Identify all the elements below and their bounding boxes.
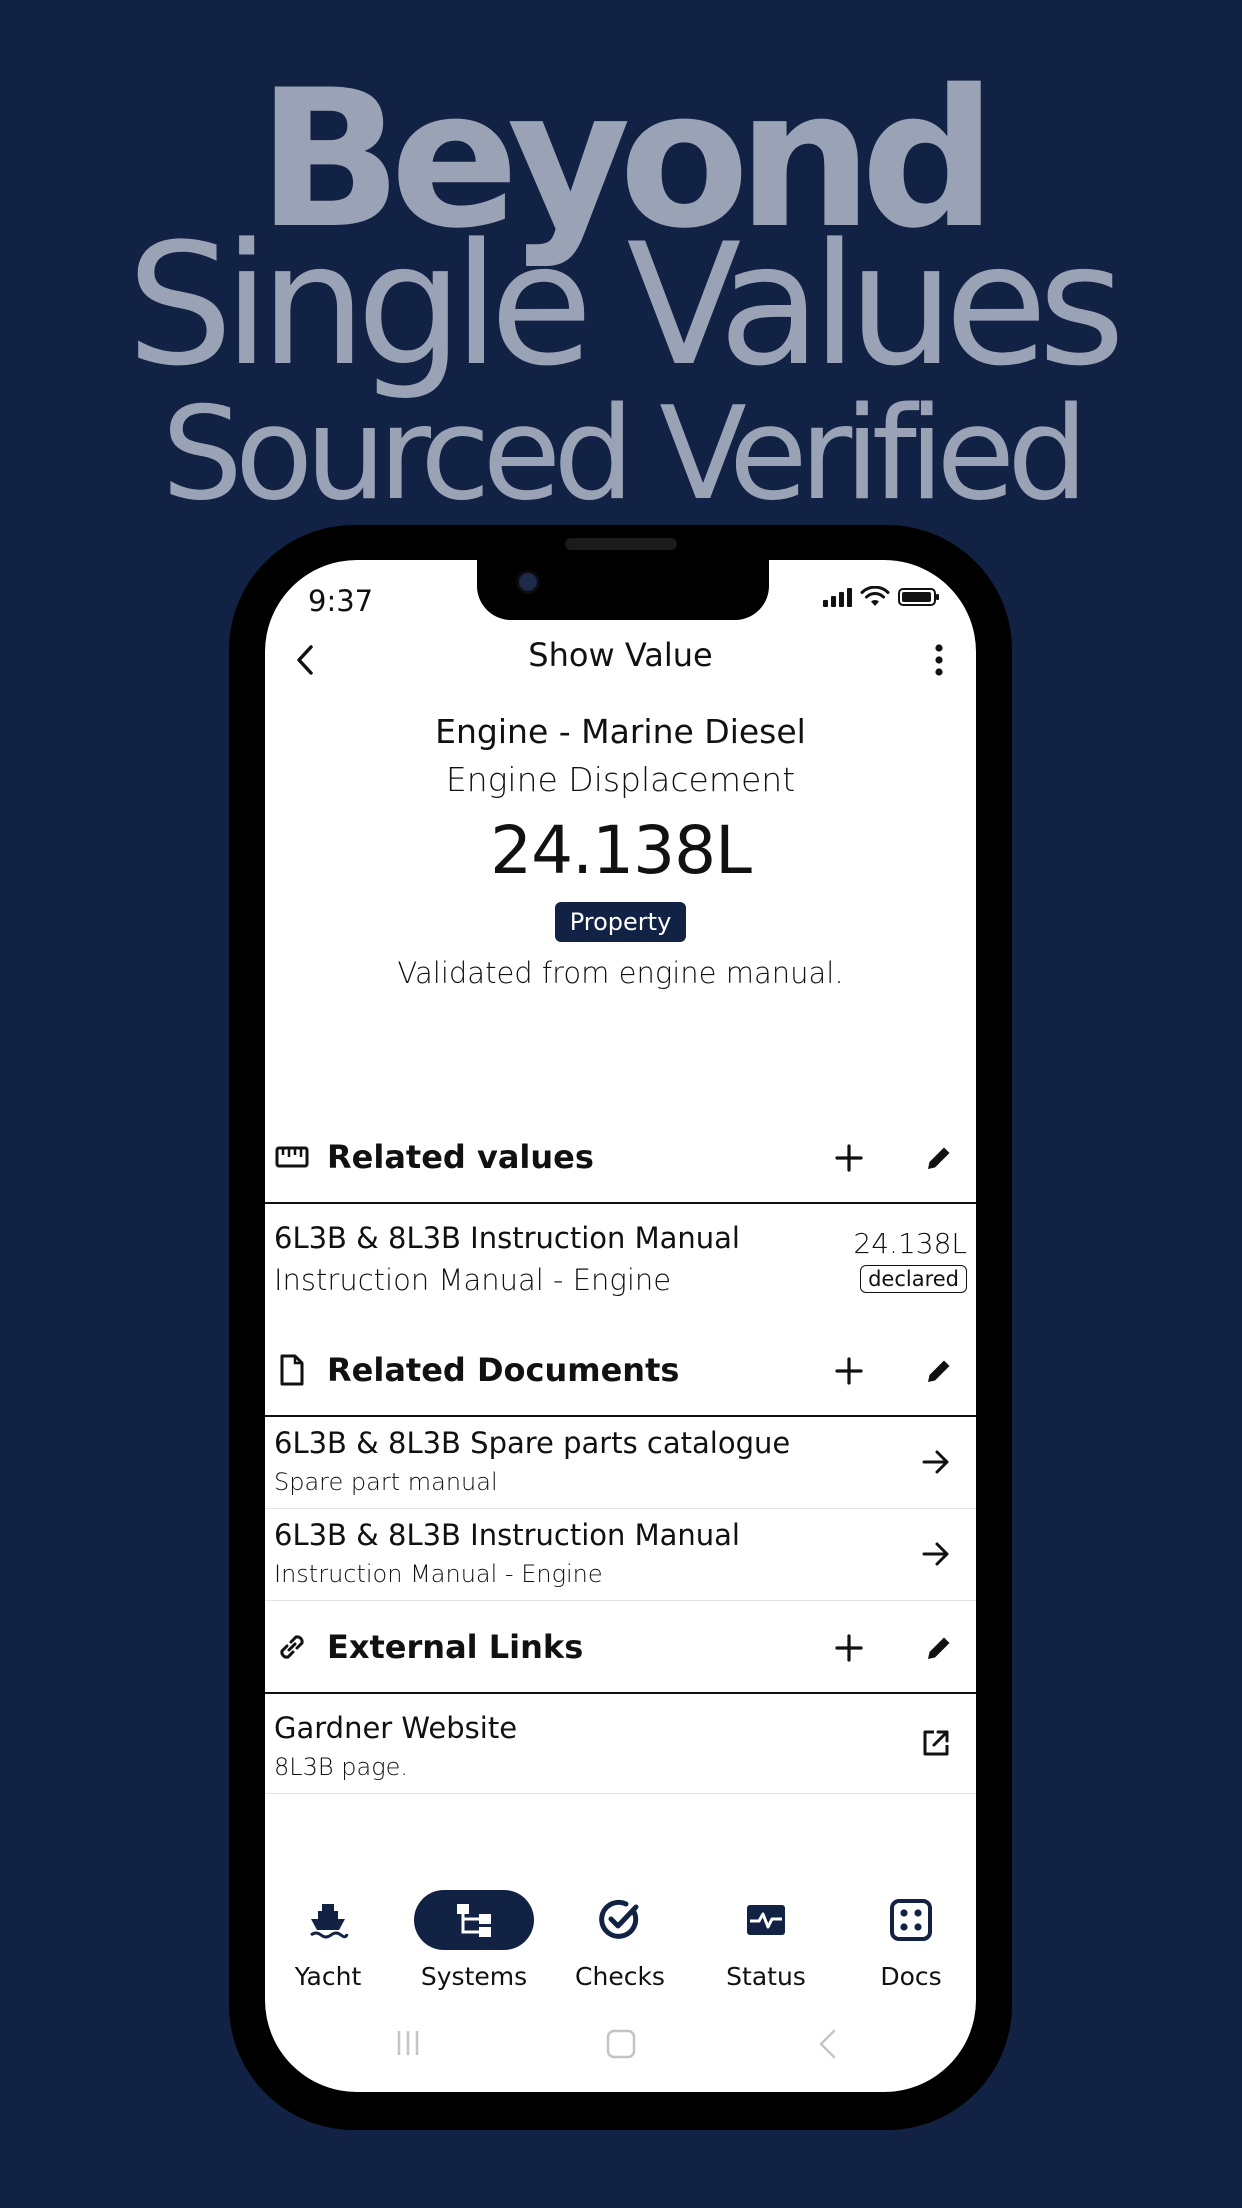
section-external-links: External Links: [265, 1604, 976, 1694]
plus-icon: [835, 1144, 863, 1172]
document-icon: [275, 1353, 309, 1387]
related-document-row[interactable]: 6L3B & 8L3B Spare parts catalogue Spare …: [265, 1416, 976, 1509]
status-icon: [747, 1905, 785, 1935]
signal-icon: [823, 587, 852, 607]
plus-icon: [835, 1634, 863, 1662]
nav-item-checks[interactable]: Checks: [555, 1890, 685, 1991]
link-icon: [275, 1630, 309, 1664]
system-name: Engine - Marine Diesel: [435, 712, 806, 751]
status-time: 9:37: [308, 584, 374, 618]
row-subtitle: Spare part manual: [274, 1468, 498, 1496]
section-related-values: Related values: [265, 1114, 976, 1204]
add-related-value-button[interactable]: [827, 1136, 871, 1180]
row-title: 6L3B & 8L3B Instruction Manual: [274, 1518, 740, 1552]
headline-line-2: Single Values: [126, 207, 1126, 403]
declared-tag: declared: [860, 1265, 967, 1293]
related-value-row[interactable]: 6L3B & 8L3B Instruction Manual Instructi…: [265, 1203, 976, 1328]
section-title: External Links: [327, 1628, 584, 1666]
headline-line-3: Sourced Verified: [161, 380, 1089, 529]
edit-related-documents-button[interactable]: [917, 1349, 961, 1393]
add-external-link-button[interactable]: [827, 1626, 871, 1670]
edit-external-links-button[interactable]: [917, 1626, 961, 1670]
phone-screen: 9:37 Show Value Engine - Marine Diesel E…: [265, 560, 976, 2092]
front-camera: [516, 570, 540, 594]
related-document-row[interactable]: 6L3B & 8L3B Instruction Manual Instructi…: [265, 1508, 976, 1601]
systems-icon: [457, 1904, 491, 1937]
value-amount: 24.138L: [490, 812, 752, 889]
nav-item-yacht[interactable]: Yacht: [265, 1890, 393, 1991]
pencil-icon: [928, 1147, 950, 1169]
nav-item-docs[interactable]: Docs: [846, 1890, 976, 1991]
wifi-icon: [860, 586, 890, 606]
row-subtitle: Instruction Manual - Engine: [274, 1560, 603, 1588]
related-value-amount: 24.138L: [853, 1227, 967, 1260]
plus-icon: [835, 1357, 863, 1385]
section-title: Related values: [327, 1138, 594, 1176]
nav-label: Status: [726, 1962, 806, 1991]
phone-speaker: [565, 538, 677, 550]
home-icon: [606, 2029, 636, 2059]
battery-icon: [898, 588, 939, 606]
arrow-right-icon: [916, 1534, 956, 1574]
nav-label: Checks: [575, 1962, 665, 1991]
system-back-button[interactable]: [815, 2028, 839, 2060]
status-icons: [823, 586, 939, 608]
row-title: 6L3B & 8L3B Spare parts catalogue: [274, 1426, 791, 1460]
nav-label: Docs: [880, 1962, 942, 1991]
edit-related-values-button[interactable]: [917, 1136, 961, 1180]
row-subtitle: 8L3B page.: [274, 1753, 408, 1781]
phone-notch: [477, 560, 769, 620]
nav-label: Systems: [420, 1962, 528, 1991]
section-related-documents: Related Documents: [265, 1327, 976, 1417]
nav-label: Yacht: [294, 1962, 362, 1991]
open-external-icon: [916, 1723, 956, 1763]
more-vertical-icon: [935, 644, 943, 676]
home-button[interactable]: [605, 2028, 637, 2060]
nav-item-systems[interactable]: Systems: [409, 1890, 539, 1991]
chevron-left-icon: [819, 2029, 836, 2059]
more-options-button[interactable]: [924, 640, 954, 680]
add-related-document-button[interactable]: [827, 1349, 871, 1393]
value-note: Validated from engine manual.: [397, 956, 844, 990]
checks-icon: [599, 1899, 639, 1939]
recent-apps-icon: [397, 2031, 419, 2055]
page-title: Show Value: [528, 636, 713, 674]
section-title: Related Documents: [327, 1351, 680, 1389]
row-title: Gardner Website: [274, 1711, 518, 1745]
docs-icon: [890, 1899, 932, 1941]
row-title: 6L3B & 8L3B Instruction Manual: [274, 1221, 740, 1255]
value-type-badge-wrap: Property: [265, 902, 976, 942]
ruler-icon: [275, 1140, 309, 1174]
external-link-row[interactable]: Gardner Website 8L3B page.: [265, 1693, 976, 1794]
nav-item-status[interactable]: Status: [701, 1890, 831, 1991]
yacht-icon: [310, 1904, 349, 1939]
recent-apps-button[interactable]: [393, 2028, 423, 2058]
row-subtitle: Instruction Manual - Engine: [274, 1263, 672, 1297]
pencil-icon: [928, 1360, 950, 1382]
value-name: Engine Displacement: [445, 760, 796, 799]
pencil-icon: [928, 1637, 950, 1659]
arrow-right-icon: [916, 1442, 956, 1482]
bottom-nav: Yacht Systems Checks Status Docs: [265, 1890, 976, 1991]
value-type-badge: Property: [554, 902, 687, 942]
